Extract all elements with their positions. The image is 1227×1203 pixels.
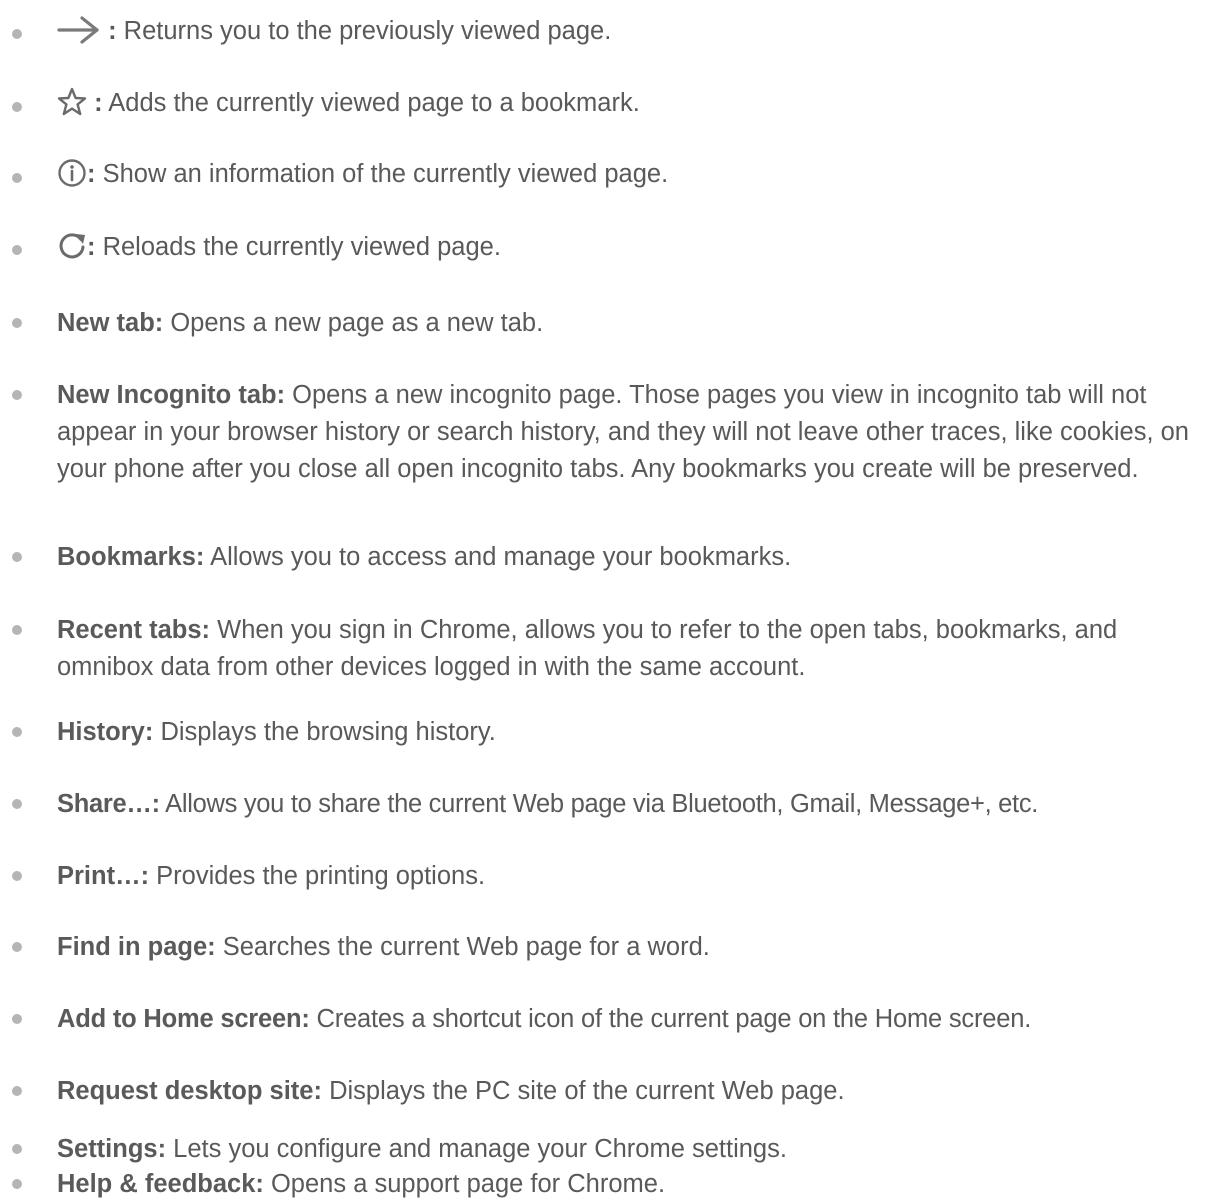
bullet [12, 173, 22, 183]
item-description: Show an information of the currently vie… [95, 160, 669, 188]
bullet [12, 625, 22, 635]
item-description: Provides the printing options. [149, 862, 486, 890]
separator: : [87, 89, 103, 117]
bullet [12, 318, 22, 328]
item-term: Find in page: [57, 933, 216, 961]
info-circle-icon [57, 158, 87, 188]
item-description: Opens a support page for Chrome. [263, 1170, 666, 1198]
list-item-bookmark-star: : Adds the currently viewed page to a bo… [0, 85, 1227, 125]
item-term: Request desktop site: [57, 1077, 322, 1105]
feature-list-document: : Returns you to the previously viewed p… [0, 0, 1227, 1201]
item-description: Lets you configure and manage your Chrom… [166, 1135, 787, 1163]
arrow-right-icon [57, 15, 101, 45]
list-item-reload: : Reloads the currently viewed page. [0, 229, 1227, 269]
item-term: New Incognito tab: [57, 381, 286, 409]
bullet [12, 1086, 22, 1096]
bullet [12, 1144, 22, 1154]
item-description: Searches the current Web page for a word… [215, 933, 710, 961]
item-description: When you sign in Chrome, allows you to r… [57, 616, 1118, 681]
bullet [12, 942, 22, 952]
bullet [12, 1179, 22, 1189]
item-description: Opens a new page as a new tab. [163, 309, 544, 337]
item-description: Reloads the currently viewed page. [95, 233, 501, 261]
item-description: Allows you to access and manage your boo… [204, 543, 792, 571]
bullet [12, 245, 22, 255]
bullet [12, 29, 22, 39]
item-term: Share…: [57, 790, 160, 818]
list-item-page-info: : Show an information of the currently v… [0, 156, 1227, 196]
item-term: Print…: [57, 862, 150, 890]
item-description: Displays the browsing history. [153, 718, 496, 746]
item-term: History: [57, 718, 154, 746]
separator: : [87, 160, 96, 188]
item-description: Allows you to share the current Web page… [159, 790, 1039, 818]
bullet [12, 390, 22, 400]
separator: : [87, 233, 96, 261]
bullet [12, 552, 22, 562]
item-term: New tab: [57, 309, 164, 337]
star-outline-icon [57, 87, 87, 117]
item-description: Creates a shortcut icon of the current p… [309, 1005, 1032, 1033]
bullet [12, 102, 22, 112]
reload-icon [57, 231, 87, 261]
item-description: Displays the PC site of the current Web … [321, 1077, 845, 1105]
item-term: Settings: [57, 1135, 167, 1163]
item-term: Add to Home screen: [57, 1005, 310, 1033]
item-term: Help & feedback: [57, 1170, 264, 1198]
item-term: Recent tabs: [57, 616, 211, 644]
bullet [12, 1014, 22, 1024]
item-description: Returns you to the previously viewed pag… [116, 17, 612, 45]
separator: : [101, 17, 117, 45]
bullet [12, 871, 22, 881]
list-item-back: : Returns you to the previously viewed p… [0, 13, 1227, 53]
bullet [12, 799, 22, 809]
item-description: Adds the currently viewed page to a book… [102, 89, 640, 117]
item-term: Bookmarks: [57, 543, 205, 571]
bullet [12, 727, 22, 737]
